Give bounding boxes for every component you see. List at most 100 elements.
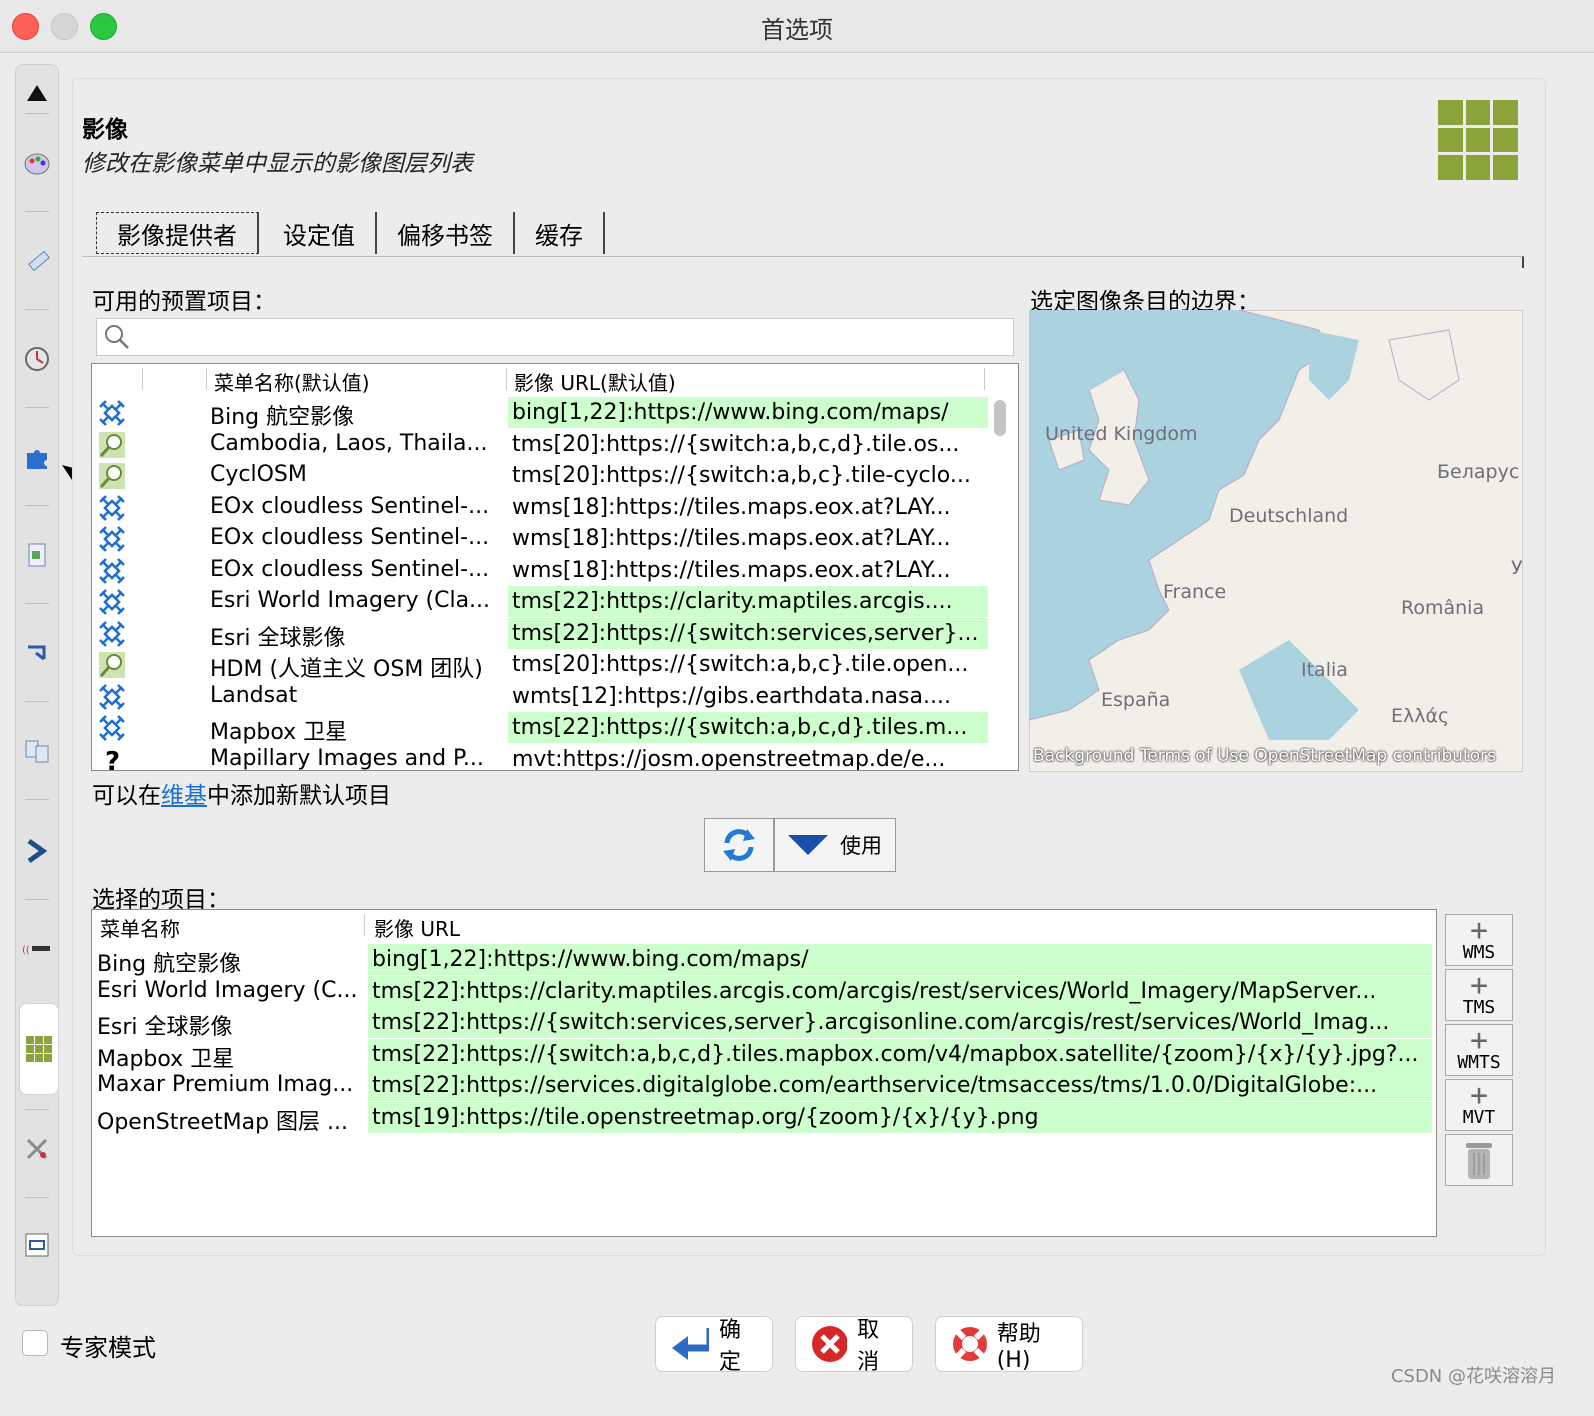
row-name: Mapbox 卫星 [210, 720, 348, 745]
return-arrow-icon [672, 1328, 709, 1360]
add-mvt-label: MVT [1462, 1107, 1496, 1128]
validator-arrow-icon[interactable] [19, 833, 55, 869]
tab-settings[interactable]: 设定值 [263, 212, 377, 254]
magnifier-map-icon [98, 431, 126, 459]
use-button[interactable]: 使用 [774, 818, 896, 872]
search-input[interactable] [137, 323, 1001, 351]
bounds-map[interactable]: United Kingdom Беларус Deutschland Franc… [1029, 310, 1523, 772]
table-row[interactable]: EOx cloudless Sentinel-... wms[18]:https:… [92, 523, 1018, 554]
table-row[interactable]: CyclOSM tms[20]:https://{switch:a,b,c}.ti… [92, 460, 1018, 491]
satellite-icon [98, 399, 126, 427]
shortcuts-icon[interactable] [19, 733, 55, 769]
satellite-icon [98, 683, 126, 711]
map-attribution[interactable]: Background Terms of Use OpenStreetMap co… [1033, 746, 1496, 766]
satellite-icon [98, 620, 126, 648]
magnifier-map-icon [98, 462, 126, 490]
imagery-sidebar-item-active[interactable] [19, 1003, 59, 1095]
table-row[interactable]: Landsat wmts[12]:https://gibs.earthdata.n… [92, 681, 1018, 712]
table-row[interactable]: Bing 航空影像 bing[1,22]:https://www.bing.com… [92, 397, 1018, 430]
projection-icon[interactable] [19, 537, 55, 573]
row-url: wms[18]:https://tiles.maps.eox.at?LAY... [512, 557, 951, 583]
available-imagery-table[interactable]: 菜单名称(默认值) 影像 URL(默认值) Bing 航空影像 bing[1,22… [91, 363, 1019, 771]
window-settings-icon[interactable] [19, 1227, 55, 1263]
map-label: España [1101, 689, 1170, 711]
table-row[interactable]: ? Mapillary Images and P... mvt:https://jo… [92, 744, 1018, 772]
scroll-up-arrow-icon[interactable] [19, 75, 55, 111]
question-icon: ? [98, 746, 126, 772]
satellite-icon [98, 588, 126, 616]
cancel-button[interactable]: 取消 [795, 1316, 913, 1375]
table-row[interactable]: Esri 全球影像 tms[22]:https://{switch:service… [92, 617, 1018, 651]
map-label: United Kingdom [1045, 423, 1198, 445]
remote-control-icon[interactable]: (( [19, 931, 55, 967]
table-row[interactable]: Bing 航空影像 bing[1,22]:https://www.bing.com… [92, 944, 1436, 977]
row-url: wms[18]:https://tiles.maps.eox.at?LAY... [512, 526, 951, 551]
satellite-icon [98, 557, 126, 585]
help-button-label: 帮助(H) [996, 1321, 1041, 1373]
table-row[interactable]: Maxar Premium Imag... tms[22]:https://ser… [92, 1070, 1436, 1101]
tab-content-border [82, 256, 1524, 268]
section-title: 影像 [82, 117, 128, 143]
column-header-url[interactable]: 影像 URL(默认值) [514, 367, 676, 396]
search-field[interactable] [96, 318, 1014, 356]
cancel-button-label: 取消 [857, 1318, 880, 1375]
plugin-icon[interactable] [19, 439, 55, 475]
svg-text:((: (( [22, 945, 30, 956]
tab-imagery-providers[interactable]: 影像提供者 [96, 212, 259, 254]
delete-button[interactable] [1445, 1134, 1513, 1186]
expert-mode-checkbox[interactable] [22, 1330, 48, 1356]
table-row[interactable]: HDM (人道主义 OSM 团队) tms[20]:https://{switch… [92, 649, 1018, 682]
row-url: tms[20]:https://{switch:a,b,c,d}.tile.os… [512, 431, 960, 457]
action-buttons: 使用 [704, 818, 896, 872]
row-name: OpenStreetMap 图层 ... [97, 1109, 349, 1135]
row-url: wmts[12]:https://gibs.earthdata.nasa.... [512, 683, 951, 709]
add-wms-button[interactable]: + WMS [1445, 914, 1513, 966]
satellite-icon [98, 525, 126, 553]
expert-mode-label: 专家模式 [60, 1334, 156, 1362]
lifebuoy-icon [953, 1327, 987, 1361]
table-row[interactable]: Esri World Imagery (Cla... tms[22]:https:… [92, 586, 1018, 617]
table-row[interactable]: Esri 全球影像 tms[22]:https://{switch:service… [92, 1007, 1436, 1040]
table-row[interactable]: Esri World Imagery (C... tms[22]:https://… [92, 975, 1436, 1007]
wiki-hint-prefix: 可以在 [92, 783, 161, 809]
row-name: EOx cloudless Sentinel-... [210, 493, 490, 519]
arrow-down-icon [788, 835, 828, 855]
advanced-tools-icon[interactable] [19, 1131, 55, 1167]
add-wmts-button[interactable]: + WMTS [1445, 1024, 1513, 1076]
selected-imagery-table[interactable]: 菜单名称 影像 URL Bing 航空影像 bing[1,22]:https://… [91, 909, 1437, 1237]
cancel-icon [812, 1326, 848, 1362]
ok-button[interactable]: 确定 [655, 1316, 773, 1375]
table-row[interactable]: EOx cloudless Sentinel-... wms[18]:https:… [92, 555, 1018, 586]
tab-offset-bookmarks[interactable]: 偏移书签 [377, 212, 515, 254]
table-row[interactable]: Cambodia, Laos, Thaila... tms[20]:https:/… [92, 429, 1018, 460]
add-mvt-button[interactable]: + MVT [1445, 1079, 1513, 1131]
add-tms-button[interactable]: + TMS [1445, 969, 1513, 1021]
table-scrollbar-thumb[interactable] [994, 400, 1006, 436]
table-row[interactable]: EOx cloudless Sentinel-... wms[18]:https:… [92, 492, 1018, 523]
section-subtitle: 修改在影像菜单中显示的影像图层列表 [82, 151, 473, 177]
magnifier-map-icon [98, 651, 126, 679]
map-label: Ελλάς [1391, 705, 1449, 727]
svg-text:?: ? [105, 747, 120, 772]
tab-cache[interactable]: 缓存 [515, 212, 605, 254]
add-wms-label: WMS [1462, 942, 1496, 963]
preferences-sidebar: (( [15, 64, 59, 1306]
row-name: Esri 全球影像 [210, 625, 346, 651]
wiki-hint-suffix: 中添加新默认项目 [207, 783, 391, 809]
table-row[interactable]: Mapbox 卫星 tms[22]:https://{switch:a,b,c,d… [92, 712, 1018, 745]
column-header-name[interactable]: 菜单名称(默认值) [214, 367, 370, 396]
table-row[interactable]: Mapbox 卫星 tms[22]:https://{switch:a,b,c,d… [92, 1038, 1436, 1072]
table-row[interactable]: OpenStreetMap 图层 ... tms[19]:https://tile… [92, 1101, 1436, 1135]
row-name: Mapillary Images and P... [210, 745, 484, 771]
map-label: Беларус [1437, 461, 1519, 483]
palette-icon[interactable] [19, 145, 55, 181]
column-header-name[interactable]: 菜单名称 [100, 913, 180, 942]
table-header: 菜单名称(默认值) 影像 URL(默认值) [92, 364, 1018, 396]
connection-icon[interactable] [19, 635, 55, 671]
wiki-link[interactable]: 维基 [161, 783, 207, 809]
column-header-url[interactable]: 影像 URL [374, 913, 460, 942]
display-settings-icon[interactable] [19, 341, 55, 377]
refresh-button[interactable] [704, 818, 774, 872]
pencil-icon[interactable] [19, 243, 55, 279]
help-button[interactable]: 帮助(H) [935, 1316, 1083, 1373]
